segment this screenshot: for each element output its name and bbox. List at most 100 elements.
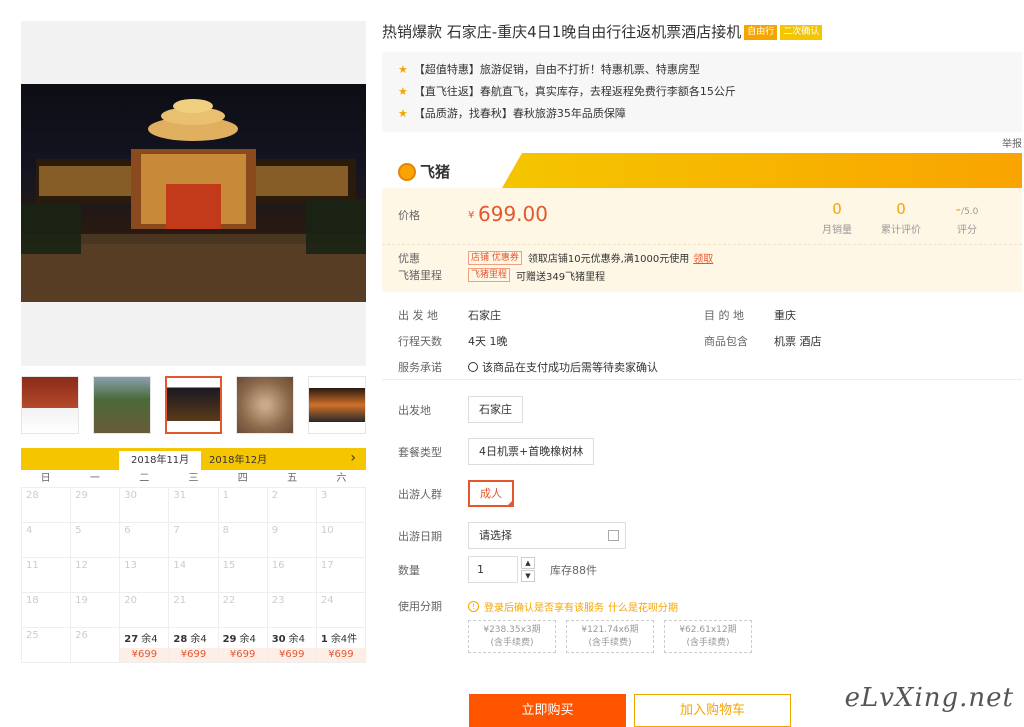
info-icon: ! [468,600,479,612]
quantity-input[interactable]: 1 [468,556,518,583]
decrease-icon[interactable]: ▼ [521,570,535,582]
calendar-day: 22 [218,593,268,628]
weekday: 三 [188,473,199,484]
thumbnail-carving[interactable] [236,376,295,434]
thumbnail-sunset[interactable] [308,376,366,434]
installment-6[interactable]: ¥121.74x6期 (含手续费) [566,620,654,653]
star-icon: ★ [398,63,408,76]
installment-options: ¥238.35x3期 (含手续费) ¥121.74x6期 (含手续费) ¥62.61… [398,620,1022,653]
buy-now-button[interactable]: 立即购买 [469,694,626,727]
date-option-row: 出游日期 请选择 [398,522,1022,549]
remaining-count: 余4件 [330,634,358,645]
product-title: 热销爆款 石家庄-重庆4日1晚自由行往返机票酒店接机 自由行 二次确认 [382,21,1022,43]
calendar-day: 17 [316,558,366,593]
coupon-tag: 店铺 优惠券 [468,250,522,265]
calendar-day: 30 [120,488,170,523]
weekday: 二 [139,473,150,484]
calendar-day-available[interactable]: 28余4件¥699 [169,628,219,663]
calendar-day: 24 [316,593,366,628]
miles-text: 可赠送349飞猪里程 [516,271,606,283]
calendar-day: 20 [120,593,170,628]
day-price: ¥699 [169,648,218,662]
list-item: ★ 【超值特惠】旅游促销，自由不打折！特惠机票、特惠房型 [398,63,700,76]
main-product-image [21,21,366,366]
stat-reviews[interactable]: 0 累计评价 [871,200,931,236]
thumbnail-mountain[interactable] [92,376,151,434]
day-price: ¥699 [120,648,169,662]
claim-coupon-link[interactable]: 领取 [693,250,713,265]
calendar-day: 10 [316,523,366,558]
installment-3[interactable]: ¥238.35x3期 (含手续费) [468,620,556,653]
package-option[interactable]: 4日机票+首晚橡树林 [468,438,595,465]
thumbnail-strip [21,376,366,434]
price-value: 699.00 [478,202,548,226]
depart-option-row: 出发地 石家庄 [398,396,1022,423]
calendar-day-available[interactable]: 27余4件¥699 [120,628,170,663]
day-number: 28 [173,634,188,645]
calendar-day: 8 [218,523,268,558]
weekday: 一 [89,473,100,484]
calendar-day: 2 [267,488,317,523]
miles-tag: 飞猪里程 [468,268,511,282]
calendar-day: 12 [71,558,121,593]
calendar-day: 11 [22,558,72,593]
calendar-day: 19 [71,593,121,628]
calendar-day-available[interactable]: 1 余4件 ¥699 [316,628,366,663]
calendar-day: 15 [218,558,268,593]
price-label: 价格 [398,209,420,222]
calendar-day: 5 [71,523,121,558]
thumbnail-hotpot[interactable] [21,376,79,434]
adult-option-selected[interactable]: 成人 [468,480,514,507]
calendar-day: 25 [22,628,72,663]
weekday: 日 [40,473,51,484]
price-section: 价格 ¥ 699.00 0 月销量 0 累计评价 -/5.0 评分 [382,188,1022,244]
calendar-day-available[interactable]: 30余4件¥699 [267,628,317,663]
weekday: 六 [336,473,347,484]
info-row: 行程天数 4天 1晚 商品包含 机票 酒店 [398,335,822,348]
increase-icon[interactable]: ▲ [521,557,535,569]
list-item: ★ 【直飞往返】春航直飞，真实库存，去程返程免费行李额各15公斤 [398,85,736,98]
report-link[interactable]: 举报 [1002,135,1022,150]
availability-calendar: 2018年11月 2018年12月 › 日 一 二 三 四 五 六 28 29 30… [21,448,366,663]
installment-note: ! 登录后确认是否享有该服务 什么是花呗分期 [468,599,678,614]
coupon-text: 领取店铺10元优惠券,满1000元使用 [527,254,690,265]
add-to-cart-button[interactable]: 加入购物车 [634,694,791,727]
package-option-row: 套餐类型 4日机票+首晚橡树林 [398,438,1022,465]
tab-nov-2018[interactable]: 2018年11月 [119,451,202,470]
depart-city-option[interactable]: 石家庄 [468,396,523,423]
title-text: 热销爆款 石家庄-重庆4日1晚自由行往返机票酒店接机 [382,23,742,41]
calendar-day: 16 [267,558,317,593]
banner-stripe [502,153,1022,188]
stat-rating: -/5.0 评分 [955,200,979,236]
group-option-row: 出游人群 成人 [398,480,1022,507]
calendar-grid: 28 29 30 31 1 2 3 4 5 6 7 8 9 10 11 12 13 14 15 16 17 18 19 20 2… [21,488,366,663]
fliggy-banner: 飞猪 [382,153,1022,188]
quantity-stepper: 1 ▲ ▼ 库存88件 [468,556,597,583]
calendar-header: 2018年11月 2018年12月 › [21,448,366,470]
purchase-options: 出发地 石家庄 套餐类型 4日机票+首晚橡树林 出游人群 成人 出游日期 请选择… [382,396,1022,653]
weekday-header: 日 一 二 三 四 五 六 [21,470,366,488]
day-number: 27 [124,634,139,645]
calendar-day: 13 [120,558,170,593]
next-month-icon[interactable]: › [350,450,356,466]
info-row: 服务承诺 该商品在支付成功后需等待卖家确认 [398,361,658,374]
calendar-day: 9 [267,523,317,558]
day-price: ¥699 [267,648,316,662]
fliggy-logo: 飞猪 [398,161,450,182]
travel-date-picker[interactable]: 请选择 [468,522,626,549]
miles-row: 飞猪里程 飞猪里程 可赠送349飞猪里程 [398,268,606,283]
installment-12[interactable]: ¥62.61x12期 (含手续费) [664,620,752,653]
weekday: 四 [237,473,248,484]
thumbnail-hall-selected[interactable] [164,376,223,434]
info-row: 出 发 地石家庄 目 的 地重庆 [398,309,796,322]
star-icon: ★ [398,85,408,98]
tab-dec-2018[interactable]: 2018年12月 [197,451,279,470]
calendar-day: 31 [169,488,219,523]
quantity-row: 数量 1 ▲ ▼ 库存88件 [398,556,1022,583]
calendar-day: 7 [169,523,219,558]
check-circle-icon [468,362,478,372]
tag-free-travel: 自由行 [744,25,778,40]
huabei-link[interactable]: 什么是花呗分期 [608,599,678,614]
calendar-day: 23 [267,593,317,628]
calendar-day-available[interactable]: 29余4件¥699 [218,628,268,663]
